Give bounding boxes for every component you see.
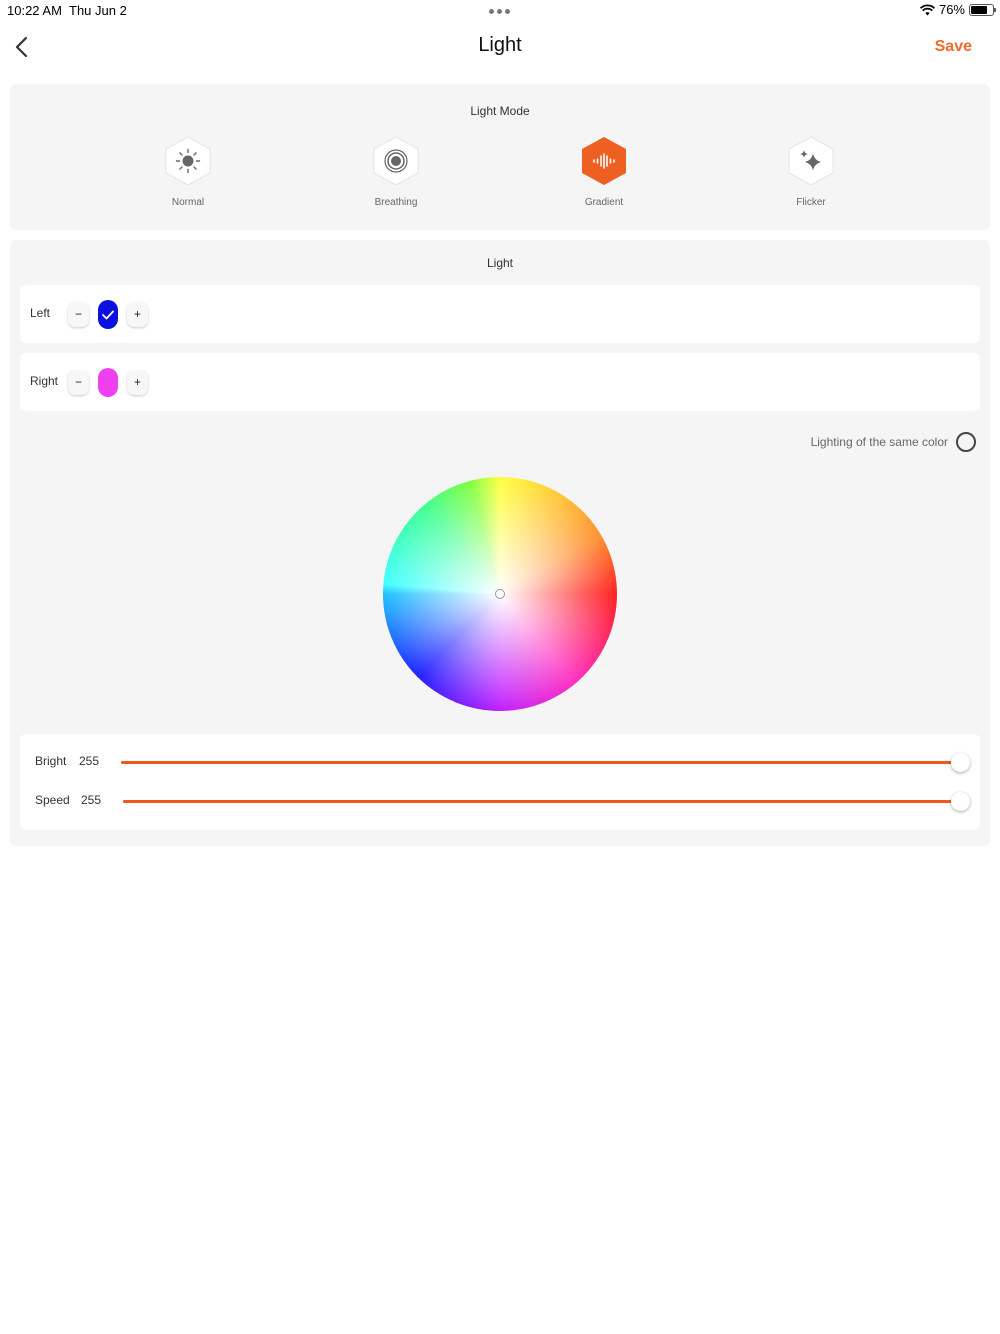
same-color-radio[interactable] [956, 432, 976, 452]
mode-gradient[interactable]: Gradient [564, 136, 644, 208]
save-button[interactable]: Save [935, 38, 972, 56]
left-add-color-button[interactable]: + [127, 302, 148, 327]
page-title: Light [478, 34, 522, 56]
color-wheel[interactable] [383, 477, 617, 711]
gradient-icon [593, 153, 615, 169]
speed-slider[interactable] [123, 792, 970, 811]
light-title: Light [486, 256, 514, 270]
right-remove-color-button[interactable]: − [68, 370, 89, 395]
mode-label: Breathing [374, 197, 418, 208]
same-color-toggle[interactable]: Lighting of the same color [811, 432, 976, 452]
mode-label: Flicker [796, 197, 826, 208]
bright-label: Bright [35, 754, 67, 768]
speed-label: Speed [35, 793, 70, 807]
multitasking-dots-icon[interactable] [489, 9, 510, 14]
bright-slider-row: Bright 255 [20, 747, 980, 777]
status-date: Thu Jun 2 [69, 3, 127, 18]
left-color-row: Left − + [20, 285, 980, 343]
right-add-color-button[interactable]: + [127, 370, 148, 395]
mode-flicker[interactable]: Flicker [771, 136, 851, 208]
sparkle-icon [800, 150, 821, 171]
status-bar: 10:22 AM Thu Jun 2 76% [0, 0, 1000, 22]
slider-box: Bright 255 Speed 255 [20, 734, 980, 830]
right-color-swatch[interactable] [98, 368, 118, 397]
mode-label: Normal [171, 197, 205, 208]
light-panel: Light Left − + Right − + Lighting of the… [10, 240, 990, 846]
wifi-icon [919, 3, 935, 15]
sun-icon [175, 148, 201, 174]
battery-icon [969, 3, 996, 16]
mode-label: Gradient [584, 197, 624, 208]
left-color-swatch[interactable] [98, 300, 118, 329]
nav-bar: Light Save [0, 24, 1000, 70]
right-color-row: Right − + [20, 353, 980, 411]
light-mode-panel: Light Mode Normal Breathing Gradient Fli… [10, 84, 990, 230]
same-color-label: Lighting of the same color [810, 435, 948, 449]
status-right: 76% [919, 2, 996, 17]
color-wheel-handle[interactable] [495, 589, 505, 599]
battery-percent: 76% [938, 2, 965, 17]
light-mode-title: Light Mode [470, 104, 530, 118]
bright-slider-thumb[interactable] [951, 753, 970, 772]
status-time: 10:22 AM [7, 3, 62, 18]
speed-slider-thumb[interactable] [951, 792, 970, 811]
mode-normal[interactable]: Normal [148, 136, 228, 208]
mode-breathing[interactable]: Breathing [356, 136, 436, 208]
checkmark-icon [102, 310, 114, 319]
left-remove-color-button[interactable]: − [68, 302, 89, 327]
speed-value: 255 [81, 793, 102, 807]
bright-value: 255 [79, 754, 100, 768]
speed-slider-row: Speed 255 [20, 786, 980, 816]
bright-slider[interactable] [121, 753, 970, 772]
left-label: Left [30, 306, 51, 320]
right-label: Right [30, 374, 59, 388]
breathing-icon [384, 149, 408, 173]
